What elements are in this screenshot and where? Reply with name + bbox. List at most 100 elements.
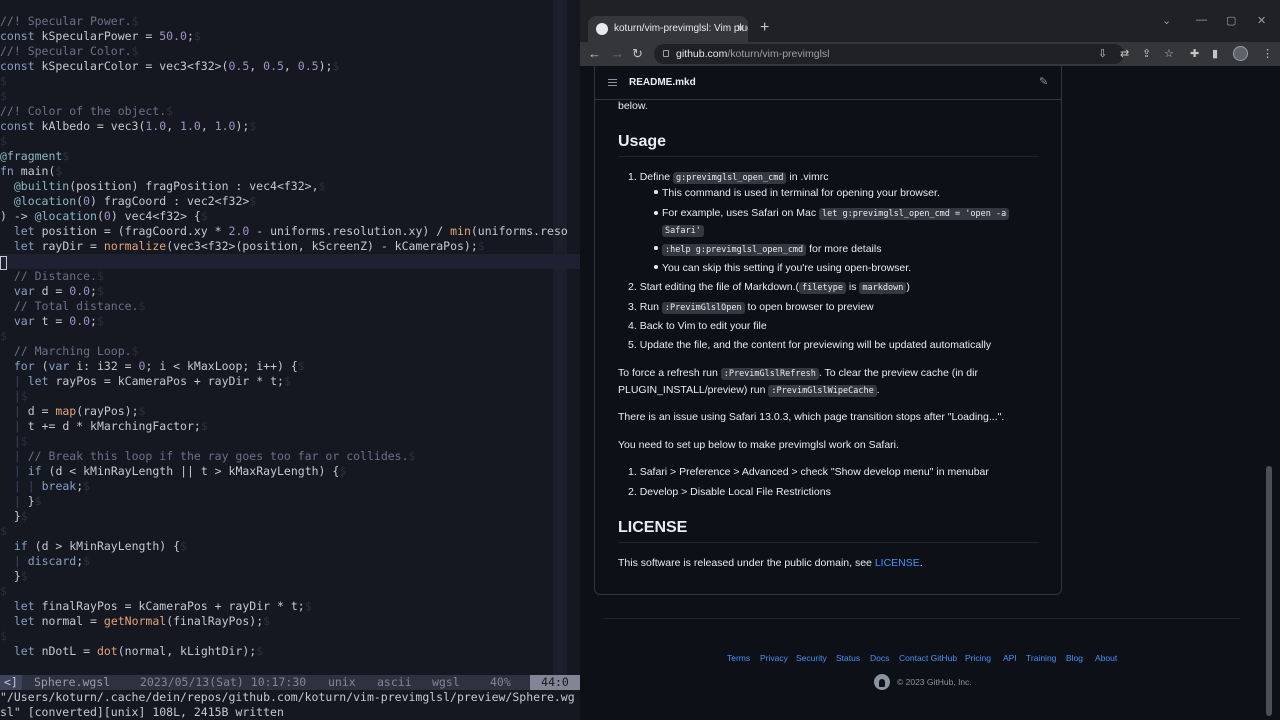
- code-line[interactable]: const kAlbedo = vec3(1.0, 1.0, 1.0);$: [0, 119, 256, 134]
- code-line[interactable]: let finalRayPos = kCameraPos + rayDir * …: [0, 599, 312, 614]
- tab-close-icon[interactable]: ✕: [736, 16, 745, 42]
- code-line[interactable]: }$: [0, 569, 28, 584]
- token: t += d * kMarchingFactor;: [20, 419, 201, 433]
- reload-icon[interactable]: ↻: [632, 45, 643, 63]
- footer-link[interactable]: Status: [836, 653, 860, 663]
- footer-link[interactable]: Pricing: [965, 653, 991, 663]
- maximize-icon[interactable]: ▢: [1226, 14, 1236, 27]
- forward-icon[interactable]: →: [611, 45, 624, 63]
- code-line[interactable]: //! Specular Power.$: [0, 14, 139, 29]
- footer-link[interactable]: Blog: [1066, 653, 1083, 663]
- browser-window: koturn/vim-previmglsl: Vim plugin ✕ + ⌄ …: [580, 0, 1280, 720]
- code-line[interactable]: $: [0, 584, 7, 599]
- code-line[interactable]: $: [0, 89, 7, 104]
- vim-editor[interactable]: //! Specular Power.$ const kSpecularPower…: [0, 0, 580, 720]
- code-line[interactable]: @fragment$: [0, 149, 69, 164]
- code-line[interactable]: let position = (fragCoord.xy * 2.0 - uni…: [0, 224, 568, 239]
- code-line[interactable]: // Total distance.$: [0, 299, 146, 314]
- bookmark-star-icon[interactable]: ☆: [1164, 46, 1174, 62]
- browser-tab[interactable]: koturn/vim-previmglsl: Vim plugin ✕: [588, 16, 748, 42]
- status-position: 44:0: [530, 675, 580, 690]
- footer-link[interactable]: API: [1003, 653, 1017, 663]
- outline-list-icon[interactable]: [608, 79, 617, 86]
- code-line[interactable]: |$: [0, 389, 28, 404]
- token: (normal, kLightDir);: [117, 644, 257, 658]
- code-line[interactable]: |$: [0, 434, 28, 449]
- footer-link[interactable]: Contact GitHub: [899, 653, 957, 663]
- license-link[interactable]: LICENSE: [875, 557, 920, 569]
- token: (position) fragPosition : vec4<f32>,: [69, 179, 319, 193]
- footer-link[interactable]: Training: [1026, 653, 1056, 663]
- code-line[interactable]: const kSpecularColor = vec3<f32>(0.5, 0.…: [0, 59, 339, 74]
- footer-link[interactable]: Security: [796, 653, 827, 663]
- translate-icon[interactable]: ⇄: [1120, 46, 1129, 62]
- minimize-icon[interactable]: —: [1196, 14, 1207, 26]
- status-datetime: 2023/05/13(Sat) 10:17:30: [140, 675, 307, 689]
- code-line[interactable]: | if (d < kMinRayLength || t > kMaxRayLe…: [0, 464, 346, 479]
- token-fn: dot: [96, 644, 118, 658]
- code-line[interactable]: var d = 0.0;$: [0, 284, 104, 299]
- code-line[interactable]: if (d > kMinRayLength) {$: [0, 539, 187, 554]
- code-line[interactable]: | }$: [0, 494, 42, 509]
- code-line[interactable]: let rayDir = normalize(vec3<f32>(positio…: [0, 239, 485, 254]
- extensions-icon[interactable]: ✚: [1190, 46, 1199, 62]
- github-page[interactable]: README.mkd ✎ below. Usage 1. Define g:pr…: [580, 66, 1280, 720]
- code-line[interactable]: let nDotL = dot(normal, kLightDir);$: [0, 644, 263, 659]
- code-line[interactable]: [0, 254, 580, 269]
- code-line[interactable]: ) -> @location(0) vec4<f32> {$: [0, 209, 208, 224]
- profile-avatar[interactable]: [1233, 46, 1248, 61]
- side-panel-icon[interactable]: ▮: [1212, 46, 1218, 62]
- code-line[interactable]: | discard;$: [0, 554, 90, 569]
- token-eol: $: [304, 599, 312, 613]
- code-line[interactable]: | d = map(rayPos);$: [0, 404, 146, 419]
- code-line[interactable]: $: [0, 629, 7, 644]
- share-icon[interactable]: ⇪: [1142, 46, 1151, 62]
- code-line[interactable]: @builtin(position) fragPosition : vec4<f…: [0, 179, 326, 194]
- footer-link[interactable]: About: [1095, 653, 1117, 663]
- code-line[interactable]: for (var i: i32 = 0; i < kMaxLoop; i++) …: [0, 359, 305, 374]
- edit-pencil-icon[interactable]: ✎: [1039, 75, 1048, 88]
- new-tab-icon[interactable]: +: [760, 18, 769, 38]
- token-eol: $: [20, 434, 28, 448]
- code-line[interactable]: $: [0, 134, 7, 149]
- code-line[interactable]: @location(0) fragCoord : vec2<f32>$: [0, 194, 256, 209]
- footer-link[interactable]: Privacy: [760, 653, 788, 663]
- token: finalRayPos = kCameraPos + rayDir * t;: [34, 599, 305, 613]
- close-window-icon[interactable]: ✕: [1257, 14, 1266, 27]
- footer-link[interactable]: Docs: [870, 653, 889, 663]
- code-line[interactable]: //! Specular Color.$: [0, 44, 139, 59]
- menu-kebab-icon[interactable]: ⋮: [1262, 46, 1273, 62]
- page-scrollbar[interactable]: [1266, 466, 1272, 716]
- code-line[interactable]: // Marching Loop.$: [0, 344, 139, 359]
- code-line[interactable]: | let rayPos = kCameraPos + rayDir * t;$: [0, 374, 291, 389]
- code-line[interactable]: $: [0, 329, 7, 344]
- token-eol: $: [408, 449, 416, 463]
- back-icon[interactable]: ←: [588, 45, 601, 63]
- code-line[interactable]: const kSpecularPower = 50.0;$: [0, 29, 201, 44]
- install-app-icon[interactable]: ⇩: [1098, 46, 1107, 62]
- code-line[interactable]: let normal = getNormal(finalRayPos);$: [0, 614, 270, 629]
- code-line[interactable]: var t = 0.0;$: [0, 314, 104, 329]
- footer-link[interactable]: Terms: [727, 653, 750, 663]
- code-line[interactable]: // Distance.$: [0, 269, 104, 284]
- code-line[interactable]: | | break;$: [0, 479, 90, 494]
- token-num: 1.0: [214, 119, 236, 133]
- token-eol: $: [339, 464, 347, 478]
- token-eol: $: [20, 509, 28, 523]
- token-eol: $: [0, 74, 7, 88]
- github-logo-icon[interactable]: [874, 674, 890, 690]
- code-line[interactable]: $: [0, 74, 7, 89]
- code-line[interactable]: | // Break this loop if the ray goes too…: [0, 449, 416, 464]
- address-bar[interactable]: github.com/koturn/vim-previmglsl: [654, 44, 1124, 64]
- code-line[interactable]: }$: [0, 509, 28, 524]
- code-line[interactable]: fn main($: [0, 164, 62, 179]
- code-line[interactable]: //! Color of the object.$: [0, 104, 173, 119]
- code-line[interactable]: $: [0, 524, 7, 539]
- code-line[interactable]: | t += d * kMarchingFactor;$: [0, 419, 208, 434]
- token-attr: @location: [0, 194, 77, 208]
- vim-command-line[interactable]: "/Users/koturn/.cache/dein/repos/github.…: [0, 690, 580, 720]
- token-guide: |: [13, 404, 21, 418]
- tab-search-icon[interactable]: ⌄: [1162, 14, 1171, 27]
- token-cmt: //! Specular Color.: [0, 44, 132, 58]
- list-item-continued: Safari': [662, 223, 704, 238]
